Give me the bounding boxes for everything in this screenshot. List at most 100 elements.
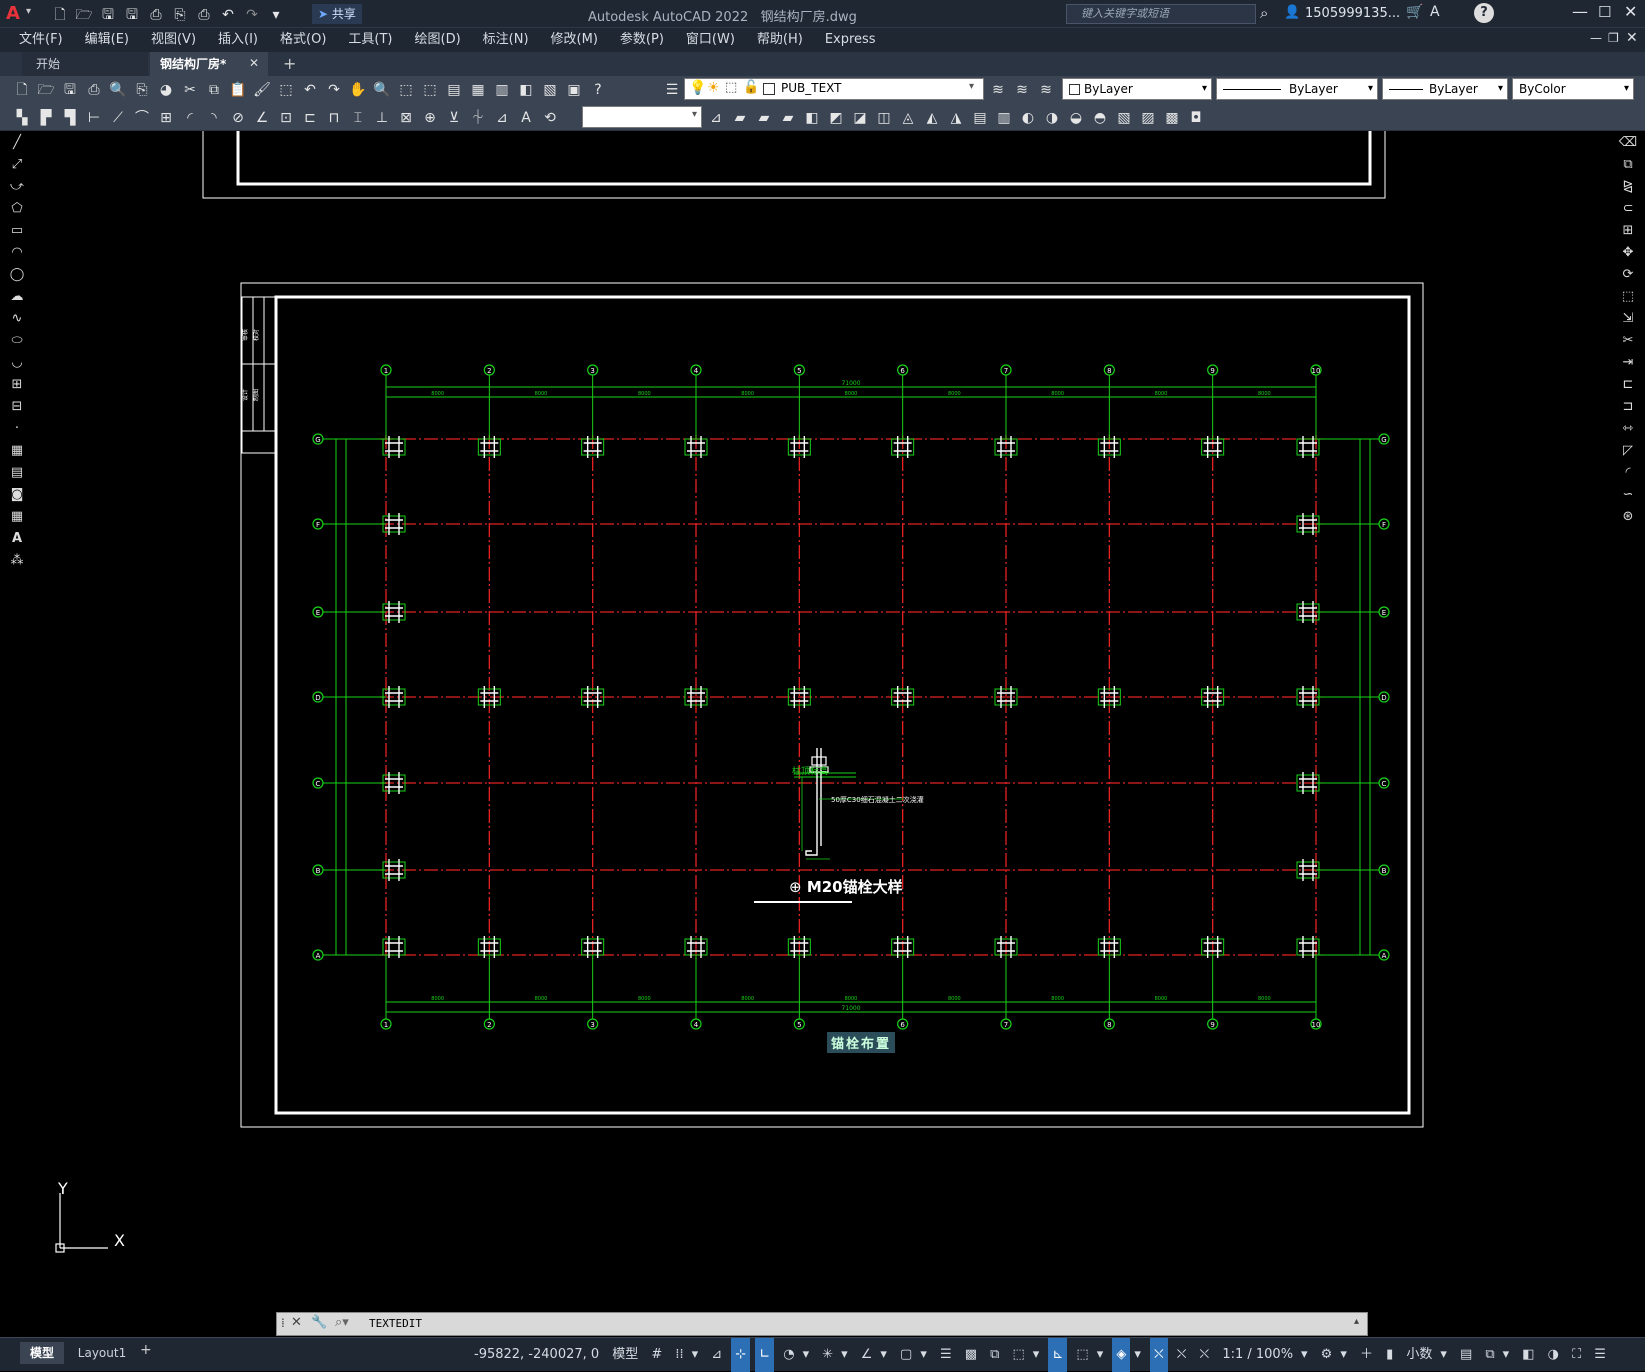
- markup-icon[interactable]: ▧: [540, 80, 560, 100]
- add-layout-button[interactable]: +: [140, 1342, 152, 1358]
- menu-item-10[interactable]: 窗口(W): [675, 28, 746, 52]
- coordinates-readout[interactable]: -95822, -240027, 0: [470, 1338, 603, 1372]
- menu-item-1[interactable]: 编辑(E): [74, 28, 140, 52]
- circle-icon[interactable]: ◯: [6, 265, 28, 285]
- menu-item-3[interactable]: 插入(I): [207, 28, 269, 52]
- make-current-icon[interactable]: ≋: [988, 80, 1008, 100]
- cut-icon[interactable]: ✂: [180, 80, 200, 100]
- lineweight-dropdown[interactable]: ByLayer ▾: [1382, 78, 1508, 100]
- add-selected-icon[interactable]: ⁂: [6, 551, 28, 571]
- jog-icon[interactable]: ⏆: [468, 108, 488, 128]
- color-dropdown[interactable]: ByLayer ▾: [1062, 78, 1212, 100]
- tab-layout1[interactable]: Layout1: [66, 1342, 138, 1364]
- chevron-down-icon[interactable]: ▾: [688, 1338, 703, 1372]
- grid-icon[interactable]: #: [647, 1338, 666, 1372]
- units-icon[interactable]: ▮: [1382, 1338, 1397, 1372]
- solid-icon[interactable]: ▰: [754, 108, 774, 128]
- chevron-up-icon[interactable]: ▴: [1354, 1316, 1359, 1327]
- annotation-scale-icon[interactable]: ⛌: [1196, 1338, 1214, 1372]
- point-icon[interactable]: ·: [6, 419, 28, 439]
- dim-text-edit-icon[interactable]: A: [516, 108, 536, 128]
- publish-icon[interactable]: ⎘: [132, 80, 152, 100]
- chevron-down-icon[interactable]: ▾: [1336, 1338, 1351, 1372]
- plotstyle-dropdown[interactable]: ByColor ▾: [1512, 78, 1634, 100]
- chevron-down-icon[interactable]: ▾: [1499, 1338, 1514, 1372]
- chevron-down-icon[interactable]: ▾: [799, 1338, 814, 1372]
- blend-icon[interactable]: ∽: [1617, 485, 1639, 505]
- solid-icon[interactable]: ◑: [1042, 108, 1062, 128]
- tool-icon[interactable]: ▜: [60, 108, 80, 128]
- lineweight-icon[interactable]: ☰: [936, 1338, 956, 1372]
- menu-item-11[interactable]: 帮助(H): [746, 28, 814, 52]
- open-icon[interactable]: 🗁: [36, 80, 56, 100]
- explode-icon[interactable]: ⊛: [1617, 507, 1639, 527]
- polyline-icon[interactable]: ⤻: [6, 177, 28, 197]
- spline-icon[interactable]: ∿: [6, 309, 28, 329]
- search-icon[interactable]: ⌕: [1260, 4, 1268, 22]
- join-icon[interactable]: ⇿: [1617, 419, 1639, 439]
- polygon-icon[interactable]: ⬠: [6, 199, 28, 219]
- undo-icon[interactable]: ↶: [300, 80, 320, 100]
- linetype-dropdown[interactable]: ByLayer ▾: [1216, 78, 1378, 100]
- isolate-objects-icon[interactable]: ◧: [1518, 1338, 1538, 1372]
- units-value[interactable]: 小数: [1402, 1338, 1436, 1372]
- solid-icon[interactable]: ◓: [1090, 108, 1110, 128]
- dim-radius-icon[interactable]: ◜: [180, 108, 200, 128]
- chevron-down-icon[interactable]: ▾: [916, 1338, 931, 1372]
- customize-icon[interactable]: ▾: [266, 5, 286, 25]
- arc-icon[interactable]: ◠: [6, 243, 28, 263]
- customize-icon[interactable]: 🔧: [311, 1315, 327, 1330]
- menu-item-9[interactable]: 参数(P): [609, 28, 675, 52]
- layer-state-icon[interactable]: ≋: [1036, 80, 1056, 100]
- chevron-down-icon[interactable]: ▾: [26, 6, 31, 17]
- solid-icon[interactable]: ◒: [1066, 108, 1086, 128]
- command-text[interactable]: TEXTEDIT: [369, 1317, 422, 1330]
- blockeditor-icon[interactable]: ⬚: [276, 80, 296, 100]
- doc-minimize-icon[interactable]: —: [1590, 31, 1602, 45]
- menu-item-4[interactable]: 格式(O): [269, 28, 337, 52]
- calculator-icon[interactable]: ▣: [564, 80, 584, 100]
- transparency-icon[interactable]: ▩: [961, 1338, 981, 1372]
- copy-icon[interactable]: ⧉: [204, 80, 224, 100]
- solid-icon[interactable]: ◪: [850, 108, 870, 128]
- dim-break-icon[interactable]: ⊥: [372, 108, 392, 128]
- solid-icon[interactable]: ▧: [1114, 108, 1134, 128]
- solid-icon[interactable]: ◬: [898, 108, 918, 128]
- grip-icon[interactable]: ⁞: [281, 1316, 285, 1330]
- dim-update-icon[interactable]: ⟲: [540, 108, 560, 128]
- scale-icon[interactable]: ⬚: [1617, 287, 1639, 307]
- tab-model[interactable]: 模型: [20, 1342, 64, 1364]
- new-icon[interactable]: 🗋: [50, 5, 70, 25]
- open-icon[interactable]: 🗁: [74, 5, 94, 25]
- dim-ordinate-icon[interactable]: ⊞: [156, 108, 176, 128]
- offset-icon[interactable]: ⊂: [1617, 199, 1639, 219]
- rotate-icon[interactable]: ⟳: [1617, 265, 1639, 285]
- help-icon[interactable]: ?: [1474, 3, 1494, 23]
- line-icon[interactable]: ╱: [6, 133, 28, 153]
- dynamic-input-icon[interactable]: ⊹: [731, 1338, 751, 1372]
- print-icon[interactable]: ⎙: [194, 5, 214, 25]
- chevron-down-icon[interactable]: ▾: [1436, 1338, 1451, 1372]
- lock-ui-icon[interactable]: ⧉: [1481, 1338, 1498, 1372]
- menu-item-12[interactable]: Express: [814, 28, 887, 52]
- tool-icon[interactable]: ▚: [12, 108, 32, 128]
- menu-item-8[interactable]: 修改(M): [540, 28, 609, 52]
- close-icon[interactable]: ✕: [291, 1315, 302, 1330]
- osnap-icon[interactable]: ▢: [896, 1338, 916, 1372]
- zoom-realtime-icon[interactable]: 🔍: [372, 80, 392, 100]
- dim-linear-icon[interactable]: ⊢: [84, 108, 104, 128]
- pan-icon[interactable]: ✋: [348, 80, 368, 100]
- zoom-window-icon[interactable]: ⬚: [396, 80, 416, 100]
- save-icon[interactable]: 🖫: [60, 80, 80, 100]
- dimstyle-dropdown[interactable]: ▾: [582, 106, 702, 128]
- autodesk-icon[interactable]: A: [1430, 4, 1440, 20]
- solid-icon[interactable]: ▰: [778, 108, 798, 128]
- designcenter-icon[interactable]: ▦: [468, 80, 488, 100]
- maximize-icon[interactable]: ☐: [1598, 3, 1611, 21]
- solid-icon[interactable]: ▨: [1138, 108, 1158, 128]
- doc-close-icon[interactable]: ✕: [1626, 30, 1638, 46]
- workspace-gear-icon[interactable]: ⚙: [1317, 1338, 1337, 1372]
- command-line[interactable]: ⁞ ✕ 🔧 ⌕▾ TEXTEDIT ▴: [276, 1312, 1368, 1336]
- redo-icon[interactable]: ↷: [324, 80, 344, 100]
- dim-style-icon[interactable]: ⊿: [706, 108, 726, 128]
